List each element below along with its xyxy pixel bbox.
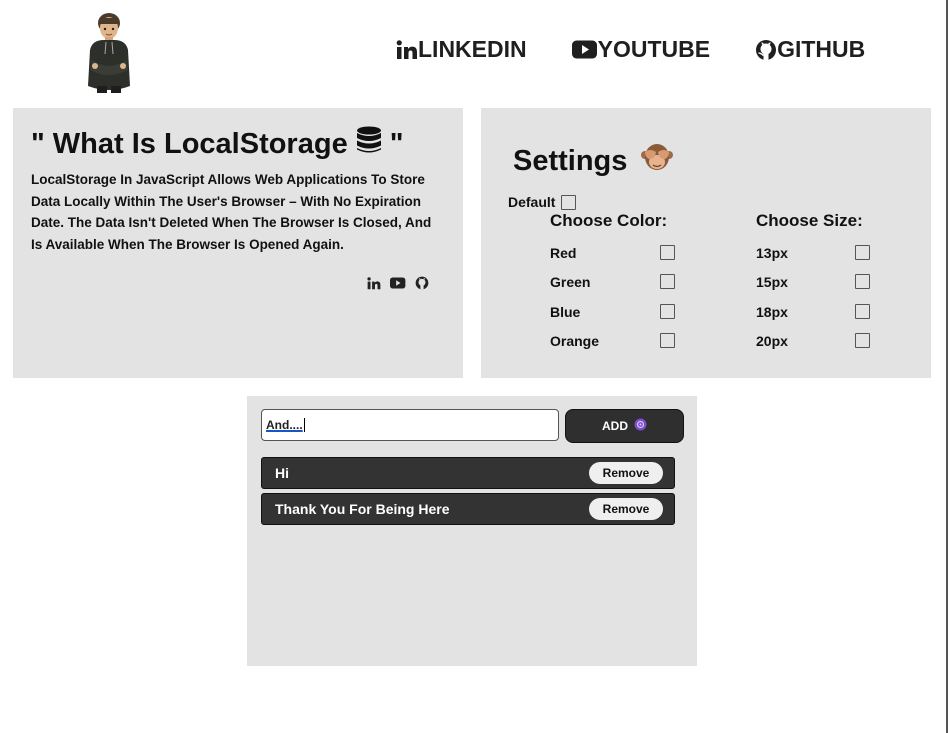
add-button-label: ADD xyxy=(602,419,628,433)
default-checkbox[interactable] xyxy=(561,194,577,210)
purple-circle-icon xyxy=(634,418,647,434)
color-option-green: Green xyxy=(550,274,590,290)
intro-panel: " What Is LocalStorage " LocalStorage In… xyxy=(13,108,463,378)
nav-youtube-link[interactable]: YOUTUBE xyxy=(571,36,711,63)
size-option-20px: 20px xyxy=(756,333,788,349)
intro-title-prefix: " What Is LocalStorage xyxy=(31,127,348,160)
size-option-label: 18px xyxy=(756,304,788,320)
intro-title-suffix: " xyxy=(389,127,404,160)
size-18px-checkbox[interactable] xyxy=(855,304,870,319)
avatar xyxy=(84,10,134,94)
nav-github-label: GITHUB xyxy=(777,36,866,62)
color-option-orange: Orange xyxy=(550,333,599,349)
size-option-label: 20px xyxy=(756,333,788,349)
nav-linkedin-link[interactable]: LINKEDIN xyxy=(396,36,527,63)
remove-button[interactable]: Remove xyxy=(589,462,663,484)
see-no-evil-monkey-icon xyxy=(641,142,674,180)
youtube-icon[interactable] xyxy=(390,277,406,289)
color-option-red: Red xyxy=(550,245,576,261)
linkedin-icon[interactable] xyxy=(367,276,381,290)
top-nav: LINKEDIN YOUTUBE GITHUB xyxy=(396,36,865,63)
size-13px-checkbox[interactable] xyxy=(855,245,870,260)
size-15px-checkbox[interactable] xyxy=(855,274,870,289)
add-button[interactable]: ADD xyxy=(565,409,684,443)
settings-title-text: Settings xyxy=(513,144,628,177)
default-label: Default xyxy=(508,194,556,210)
color-option-label: Orange xyxy=(550,333,600,349)
nav-youtube-label: YOUTUBE xyxy=(597,36,711,62)
todo-input-value: And.... xyxy=(266,418,303,432)
text-caret xyxy=(303,418,305,432)
linkedin-icon xyxy=(396,39,418,60)
nav-linkedin-label: LINKEDIN xyxy=(418,36,527,62)
color-option-label: Blue xyxy=(550,304,581,320)
default-option: Default xyxy=(508,194,577,210)
todo-input[interactable]: And.... xyxy=(261,409,559,441)
todo-item-text: Thank You For Being Here xyxy=(275,501,450,517)
github-icon[interactable] xyxy=(415,276,429,290)
color-green-checkbox[interactable] xyxy=(660,274,675,289)
remove-button[interactable]: Remove xyxy=(589,498,663,520)
size-option-18px: 18px xyxy=(756,304,788,320)
size-heading: Choose Size: xyxy=(756,211,863,230)
database-icon xyxy=(356,126,382,162)
size-option-13px: 13px xyxy=(756,245,788,261)
size-20px-checkbox[interactable] xyxy=(855,333,870,348)
intro-title: " What Is LocalStorage " xyxy=(31,126,403,162)
size-option-15px: 15px xyxy=(756,274,788,290)
todo-panel: And.... ADD Hi Remove Thank You For Bein… xyxy=(247,396,697,666)
settings-title: Settings xyxy=(513,142,674,180)
todo-item: Thank You For Being Here Remove xyxy=(261,493,675,525)
settings-panel: Settings Default Choose Color: Choose Si… xyxy=(481,108,931,378)
color-orange-checkbox[interactable] xyxy=(660,333,675,348)
github-icon xyxy=(755,39,777,61)
color-red-checkbox[interactable] xyxy=(660,245,675,260)
todo-item-text: Hi xyxy=(275,465,289,481)
color-heading: Choose Color: xyxy=(550,211,668,230)
size-option-label: 13px xyxy=(756,245,788,261)
color-option-blue: Blue xyxy=(550,304,580,320)
size-option-label: 15px xyxy=(756,274,788,290)
color-option-label: Green xyxy=(550,274,591,290)
color-blue-checkbox[interactable] xyxy=(660,304,675,319)
intro-social-links xyxy=(358,276,429,290)
intro-description: LocalStorage In JavaScript Allows Web Ap… xyxy=(31,172,432,252)
todo-item: Hi Remove xyxy=(261,457,675,489)
youtube-icon xyxy=(571,40,598,59)
nav-github-link[interactable]: GITHUB xyxy=(755,36,865,63)
color-option-label: Red xyxy=(550,245,577,261)
page: LINKEDIN YOUTUBE GITHUB " What Is LocalS… xyxy=(0,0,948,733)
